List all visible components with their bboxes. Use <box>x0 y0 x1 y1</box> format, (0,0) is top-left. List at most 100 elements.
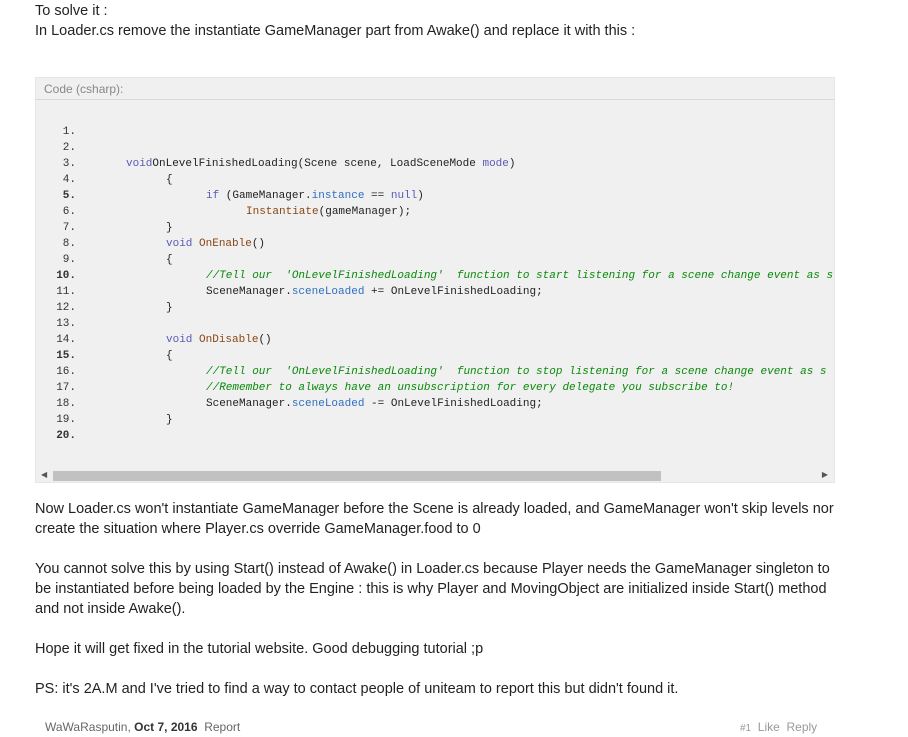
code-line: 19.} <box>36 412 834 428</box>
code-line: 7.} <box>36 220 834 236</box>
code-line: 12.} <box>36 300 834 316</box>
code-token: void <box>166 238 193 250</box>
code-token: null <box>390 190 418 202</box>
line-number: 5. <box>62 190 76 202</box>
code-line: 14. void OnDisable() <box>36 332 834 348</box>
code-token: sceneLoaded <box>291 398 365 410</box>
code-token: if <box>206 190 220 202</box>
code-token: == <box>364 190 391 202</box>
line-number: 8. <box>62 238 76 250</box>
code-token: { <box>166 174 173 186</box>
code-line: 3. voidOnLevelFinishedLoading(Scene scene… <box>36 156 834 172</box>
code-token: ) <box>508 158 516 170</box>
code-line: 10. //Tell our 'OnLevelFinishedLoading' f… <box>36 268 834 284</box>
intro-line-1: To solve it : <box>35 3 108 19</box>
code-text: //Tell our 'OnLevelFinishedLoading' func… <box>206 268 833 284</box>
line-number: 12. <box>56 302 76 314</box>
code-header: Code (csharp): <box>36 78 834 100</box>
code-line: 18. SceneManager.sceneLoaded -= OnLevelFi… <box>36 396 834 412</box>
code-text: void OnDisable() <box>166 332 272 348</box>
code-text: //Remember to always have an unsubscript… <box>206 380 734 396</box>
code-line: 6. Instantiate(gameManager); <box>36 204 834 220</box>
line-number: 10. <box>56 270 76 282</box>
paragraph-1: Now Loader.cs won't instantiate GameMana… <box>35 501 834 537</box>
code-token: OnDisable <box>199 334 259 346</box>
line-number: 2. <box>62 142 76 154</box>
line-number: 9. <box>62 254 76 266</box>
line-number: 4. <box>62 174 76 186</box>
post-meta: WaWaRasputin, Oct 7, 2016 Report <box>45 720 241 734</box>
code-token: void <box>166 334 193 346</box>
post-actions: #1 Like Reply <box>740 720 817 734</box>
scrollbar-thumb[interactable] <box>53 471 661 481</box>
author-link[interactable]: WaWaRasputin <box>45 720 127 734</box>
code-line: 13. <box>36 316 834 332</box>
code-line: 20. <box>36 428 834 444</box>
code-line: 9. { <box>36 252 834 268</box>
code-token: ) <box>417 190 424 202</box>
code-token: SceneManager. <box>206 286 292 298</box>
code-text: SceneManager.sceneLoaded += OnLevelFinis… <box>206 284 543 300</box>
code-token: SceneManager. <box>206 398 292 410</box>
like-button[interactable]: Like <box>758 720 780 734</box>
code-text: void OnEnable() <box>166 236 265 252</box>
code-text: { <box>166 348 173 364</box>
line-number: 14. <box>56 334 76 346</box>
line-number: 18. <box>56 398 76 410</box>
line-number: 1. <box>62 126 76 138</box>
paragraph-2: You cannot solve this by using Start() i… <box>35 561 830 617</box>
code-line: 1. <box>36 124 834 140</box>
line-number: 11. <box>56 286 76 298</box>
line-number: 16. <box>56 366 76 378</box>
code-token: { <box>166 350 173 362</box>
post-number[interactable]: #1 <box>740 723 751 734</box>
code-token: } <box>166 222 173 234</box>
code-line: 8. void OnEnable() <box>36 236 834 252</box>
code-text: SceneManager.sceneLoaded -= OnLevelFinis… <box>206 396 543 412</box>
code-token: instance <box>311 190 365 202</box>
code-token: //Tell our 'OnLevelFinishedLoading' func… <box>206 270 834 282</box>
report-link[interactable]: Report <box>204 720 240 734</box>
line-number: 19. <box>56 414 76 426</box>
scroll-left-icon[interactable]: ◀ <box>41 468 47 482</box>
code-text: { <box>166 172 173 188</box>
code-line: 17. //Remember to always have an unsubscr… <box>36 380 834 396</box>
code-line: 15. { <box>36 348 834 364</box>
code-token: sceneLoaded <box>291 286 365 298</box>
code-text: voidOnLevelFinishedLoading(Scene scene, … <box>126 156 515 172</box>
line-number: 7. <box>62 222 76 234</box>
paragraph-4: PS: it's 2A.M and I've tried to find a w… <box>35 681 679 697</box>
code-line: 5. if (GameManager.instance == null) <box>36 188 834 204</box>
code-block: Code (csharp): 1. 2. 3. voidOnLevelFinished… <box>35 77 835 483</box>
code-token: //Tell our 'OnLevelFinishedLoading' func… <box>206 366 827 378</box>
reply-button[interactable]: Reply <box>786 720 817 734</box>
code-token: += OnLevelFinishedLoading; <box>364 286 543 298</box>
code-token: () <box>258 334 272 346</box>
code-token: -= OnLevelFinishedLoading; <box>364 398 543 410</box>
code-text: Instantiate(gameManager); <box>246 204 411 220</box>
paragraph-3: Hope it will get fixed in the tutorial w… <box>35 641 484 657</box>
code-line: 11. SceneManager.sceneLoaded += OnLevelFi… <box>36 284 834 300</box>
code-token: OnEnable <box>199 238 252 250</box>
line-number: 15. <box>56 350 76 362</box>
line-number: 20. <box>56 430 76 442</box>
line-number: 13. <box>56 318 76 330</box>
line-number: 6. <box>62 206 76 218</box>
code-token: mode <box>482 158 509 170</box>
code-token: //Remember to always have an unsubscript… <box>206 382 735 394</box>
line-number: 3. <box>62 158 76 170</box>
code-line: 2. <box>36 140 834 156</box>
code-line: 4. { <box>36 172 834 188</box>
code-token: Instantiate <box>246 206 319 218</box>
code-token: OnLevelFinishedLoading(Scene scene, Load… <box>152 158 483 170</box>
code-text: if (GameManager.instance == null) <box>206 188 424 204</box>
scroll-right-icon[interactable]: ▶ <box>822 468 828 482</box>
horizontal-scrollbar[interactable]: ◀ ▶ <box>36 468 834 482</box>
code-line: 16. //Tell our 'OnLevelFinishedLoading' f… <box>36 364 834 380</box>
code-text: //Tell our 'OnLevelFinishedLoading' func… <box>206 364 827 380</box>
line-number: 17. <box>56 382 76 394</box>
code-text: } <box>166 220 173 236</box>
code-token: void <box>126 158 153 170</box>
code-lines: 1. 2. 3. voidOnLevelFinishedLoading(Scene s… <box>36 124 834 468</box>
code-text: { <box>166 252 173 268</box>
